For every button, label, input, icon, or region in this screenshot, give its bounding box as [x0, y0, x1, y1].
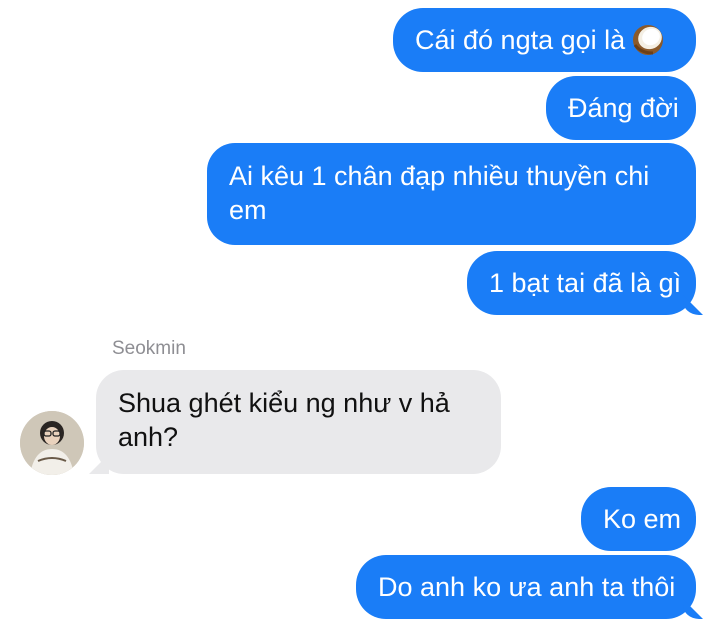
message-text: Ai kêu 1 chân đạp nhiều thuyền chi em: [229, 161, 650, 225]
avatar[interactable]: [20, 411, 84, 475]
message-text: Do anh ko ưa anh ta thôi: [378, 572, 676, 602]
outgoing-message-bubble[interactable]: Đáng đời: [546, 76, 696, 140]
outgoing-message-bubble[interactable]: Ko em: [581, 487, 696, 551]
coconut-emoji-icon: [633, 25, 664, 55]
outgoing-message-bubble[interactable]: Do anh ko ưa anh ta thôi: [356, 555, 696, 619]
outgoing-message-bubble[interactable]: Cái đó ngta gọi là: [393, 8, 696, 72]
message-text: Ko em: [603, 504, 682, 534]
message-text: Đáng đời: [568, 93, 679, 123]
message-text: Cái đó ngta gọi là: [415, 25, 626, 55]
sender-name: Seokmin: [112, 338, 186, 359]
avatar-image: [20, 411, 84, 475]
outgoing-message-bubble[interactable]: Ai kêu 1 chân đạp nhiều thuyền chi em: [207, 143, 696, 245]
outgoing-message-bubble[interactable]: 1 bạt tai đã là gì: [467, 251, 696, 315]
message-text: Shua ghét kiểu ng như v hả anh?: [118, 388, 450, 452]
incoming-message-bubble[interactable]: Shua ghét kiểu ng như v hả anh?: [96, 370, 501, 474]
message-text: 1 bạt tai đã là gì: [489, 268, 682, 298]
